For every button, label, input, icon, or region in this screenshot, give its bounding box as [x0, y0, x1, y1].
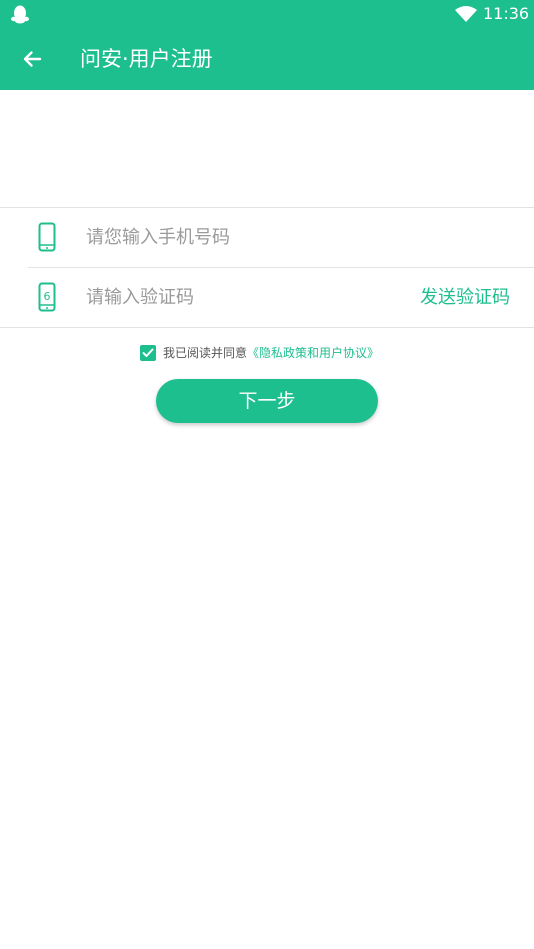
agreement-row: 我已阅读并同意 《隐私政策和用户协议》	[140, 343, 379, 363]
back-button[interactable]	[14, 42, 50, 76]
phone-code-icon-digit: 6	[44, 290, 51, 303]
arrow-left-icon	[23, 51, 42, 67]
verification-code-input[interactable]	[86, 283, 396, 313]
check-icon	[142, 348, 154, 357]
phone-icon	[38, 222, 56, 252]
qq-penguin-icon	[11, 5, 29, 24]
agreement-text: 我已阅读并同意	[163, 346, 248, 360]
form-top-divider	[0, 207, 534, 208]
status-bar: 11:36	[0, 0, 534, 28]
next-step-button[interactable]: 下一步	[156, 379, 378, 423]
phone-input[interactable]	[86, 223, 506, 253]
page-title: 问安·用户注册	[80, 47, 213, 71]
agreement-checkbox[interactable]	[140, 345, 156, 361]
status-time: 11:36	[483, 4, 530, 23]
privacy-policy-link[interactable]: 《隐私政策和用户协议》	[247, 343, 379, 363]
send-code-button[interactable]: 发送验证码	[420, 283, 510, 313]
phone-code-icon: 6	[38, 282, 56, 312]
app-header: 11:36 问安·用户注册	[0, 0, 534, 90]
wifi-icon	[455, 6, 477, 22]
form-bottom-divider	[0, 327, 534, 328]
form-middle-divider	[28, 267, 534, 268]
